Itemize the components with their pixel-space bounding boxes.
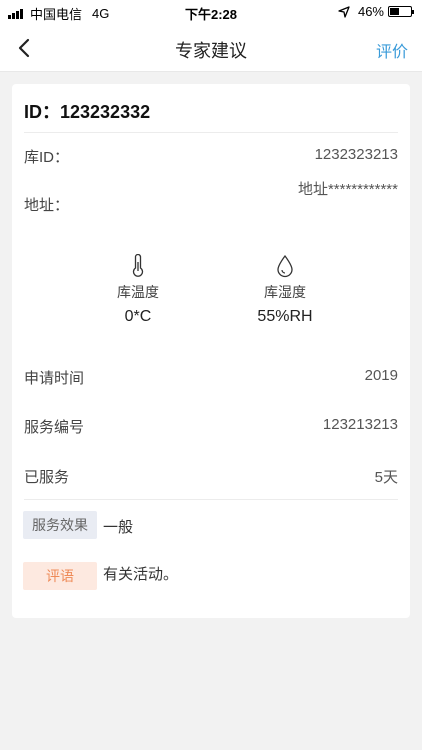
battery-percent: 46% bbox=[357, 4, 384, 19]
address-label: 地址： bbox=[24, 197, 70, 214]
humidity-block: 库湿度 55%RH bbox=[225, 254, 345, 326]
status-bar: 中国电信 4G 下午2:28 46% bbox=[0, 0, 422, 24]
location-arrow-icon bbox=[338, 5, 350, 18]
apply-time-label: 申请时间 bbox=[24, 370, 85, 387]
divider bbox=[24, 499, 398, 500]
service-effect-tag: 服务效果 bbox=[23, 511, 97, 539]
served-days-label: 已服务 bbox=[24, 469, 70, 486]
rate-button[interactable]: 评价 bbox=[376, 38, 408, 62]
address-value: 地址************ bbox=[297, 181, 398, 198]
battery-icon bbox=[388, 6, 414, 17]
warehouse-id-label: 库ID： bbox=[24, 149, 70, 166]
service-effect-value: 一般 bbox=[103, 519, 134, 536]
temperature-value: 0*C bbox=[124, 308, 152, 325]
divider bbox=[24, 132, 398, 133]
record-id: ID：123232332 bbox=[24, 102, 151, 122]
temperature-block: 库温度 0*C bbox=[78, 254, 198, 326]
humidity-value: 55%RH bbox=[257, 308, 313, 325]
status-right: 46% bbox=[338, 4, 414, 19]
comment-value: 有关活动。 bbox=[103, 566, 179, 583]
service-number-label: 服务编号 bbox=[24, 419, 85, 436]
page-title: 专家建议 bbox=[175, 41, 247, 61]
comment-tag: 评语 bbox=[23, 562, 97, 590]
battery-fill bbox=[390, 8, 400, 15]
navigation-bar: 专家建议 评价 bbox=[0, 24, 422, 72]
thermometer-icon bbox=[132, 254, 144, 277]
humidity-label: 库湿度 bbox=[264, 284, 306, 300]
droplet-icon bbox=[277, 254, 293, 278]
advice-card: ID：123232332 库ID： 1232323213 地址： 地址*****… bbox=[12, 84, 410, 618]
apply-time-value: 2019 bbox=[364, 367, 398, 384]
service-number-value: 123213213 bbox=[322, 416, 398, 433]
warehouse-id-value: 1232323213 bbox=[314, 146, 398, 163]
served-days-value: 5天 bbox=[374, 469, 398, 486]
temperature-label: 库温度 bbox=[117, 284, 159, 300]
